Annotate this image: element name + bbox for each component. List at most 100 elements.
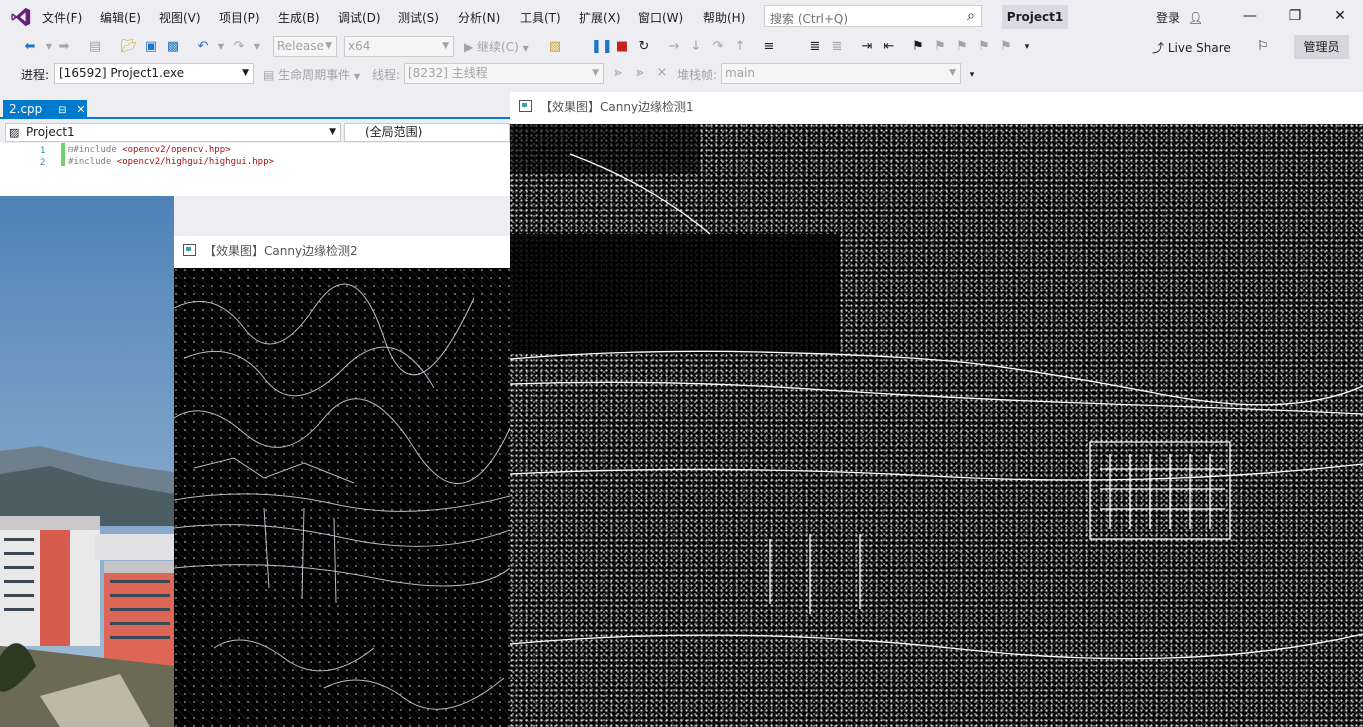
pause-icon[interactable]: ❚❚ [591, 38, 613, 56]
canny2-edge-image [174, 268, 510, 727]
stack-frame-value: main [725, 66, 755, 80]
stack-frame-label: 堆栈帧: [677, 68, 718, 82]
sign-in-label: 登录 [1156, 11, 1181, 25]
menu-view[interactable]: 视图(V) [159, 9, 201, 26]
canny1-edge-lines [510, 124, 1363, 660]
project-nav-select[interactable]: ▨ Project1 ▼ [5, 123, 341, 142]
continue-button[interactable]: ▶ 继续(C) ▼ [464, 38, 529, 55]
stack-frame-select[interactable]: main ▼ [721, 63, 961, 84]
line-number: 1 [40, 146, 46, 156]
comment-icon[interactable]: ≣ [806, 38, 824, 56]
menu-test[interactable]: 测试(S) [398, 9, 439, 26]
scope-nav-value: (全局范围) [365, 125, 423, 139]
canny1-window-titlebar[interactable]: 【效果图】Canny边缘检测1 [510, 92, 1363, 124]
tab-label: 2.cpp [9, 102, 43, 116]
chevron-down-icon: ▼ [329, 127, 336, 137]
toggle-filter-icon[interactable]: ⪢ [631, 64, 649, 82]
indent-icon[interactable]: ⇥ [858, 38, 876, 56]
configuration-value: Release [277, 39, 324, 53]
stop-icon[interactable]: ■ [613, 38, 631, 56]
step-over-icon[interactable]: ↷ [709, 38, 727, 56]
code-include-path: <opencv2/opencv.hpp> [122, 145, 231, 155]
redo-dropdown-icon[interactable]: ▼ [248, 38, 266, 56]
next-bookmark-icon[interactable]: ⚑ [953, 38, 971, 56]
undo-icon[interactable]: ↶ [194, 38, 212, 56]
save-all-icon[interactable]: ▩ [164, 38, 182, 56]
process-icon[interactable]: ▧ [546, 38, 564, 56]
process-select[interactable]: [16592] Project1.exe ▼ [54, 63, 254, 84]
thread-select[interactable]: [8232] 主线程 ▼ [404, 63, 604, 84]
clear-bookmarks-icon[interactable]: ⚑ [997, 38, 1015, 56]
pin-icon[interactable]: ⊟ [58, 105, 66, 116]
lifecycle-label: 生命周期事件 [278, 68, 351, 82]
back-icon[interactable]: ⬅ [21, 38, 39, 56]
flag-threads-icon[interactable]: ⨯ [653, 64, 671, 82]
menu-extensions[interactable]: 扩展(X) [579, 9, 621, 26]
close-button[interactable]: ✕ [1325, 5, 1355, 27]
campus-photo-image [0, 196, 174, 727]
lifecycle-events-button[interactable]: ▤ 生命周期事件 ▼ [263, 66, 360, 83]
prev-bookmark-icon[interactable]: ⚑ [931, 38, 949, 56]
menu-file[interactable]: 文件(F) [42, 9, 82, 26]
source-image [0, 196, 174, 727]
visual-studio-logo-icon[interactable] [10, 6, 32, 28]
redo-icon[interactable]: ↷ [230, 38, 248, 56]
new-project-icon[interactable]: ▤ [86, 38, 104, 56]
share-icon: ⤴ [1152, 41, 1168, 55]
bookmark-icon[interactable]: ⚑ [909, 38, 927, 56]
administrator-badge: 管理员 [1294, 35, 1349, 59]
menu-edit[interactable]: 编辑(E) [100, 9, 141, 26]
process-label: 进程: [21, 68, 50, 82]
code-line: ⊟#include <opencv2/opencv.hpp> [68, 145, 231, 155]
platform-select[interactable]: x64 ▼ [344, 36, 454, 57]
show-next-statement-icon[interactable]: → [665, 38, 683, 56]
close-tab-icon[interactable]: ✕ [76, 103, 85, 116]
search-placeholder: 搜索 (Ctrl+Q) [770, 12, 849, 26]
tab-2-cpp[interactable]: 2.cpp ⊟ ✕ [3, 100, 87, 119]
uncomment-icon[interactable]: ≣ [828, 38, 846, 56]
code-keyword: ⊟#include [68, 145, 123, 155]
undo-dropdown-icon[interactable]: ▼ [212, 38, 230, 56]
forward-icon[interactable]: ➡ [55, 38, 73, 56]
scope-nav-select[interactable]: (全局范围) [344, 123, 510, 142]
minimize-button[interactable]: — [1235, 5, 1265, 27]
live-share-button[interactable]: ⤴ Live Share [1152, 39, 1231, 56]
feedback-icon[interactable]: ⚐ [1254, 38, 1272, 56]
toolbar-options-icon[interactable]: ▾ [963, 66, 981, 84]
menu-help[interactable]: 帮助(H) [703, 9, 745, 26]
canny2-window-titlebar[interactable]: 【效果图】Canny边缘检测2 [174, 236, 510, 268]
restore-button[interactable]: ❐ [1280, 5, 1310, 27]
sign-in-link[interactable]: 登录 👤︎ [1156, 9, 1203, 26]
lifecycle-icon: ▤ [263, 68, 279, 82]
hex-display-icon[interactable]: ≡ [760, 38, 778, 56]
code-editor[interactable]: 1 ⊟#include <opencv2/opencv.hpp> 2 #incl… [0, 143, 510, 167]
open-folder-icon[interactable]: 📂︎ [120, 38, 138, 56]
menu-analyze[interactable]: 分析(N) [458, 9, 500, 26]
save-icon[interactable]: ▣ [142, 38, 160, 56]
step-into-icon[interactable]: ↓ [687, 38, 705, 56]
outdent-icon[interactable]: ⇤ [880, 38, 898, 56]
next-bookmark-folder-icon[interactable]: ⚑ [975, 38, 993, 56]
chevron-down-icon: ▼ [442, 41, 449, 51]
search-input[interactable]: 搜索 (Ctrl+Q) ⌕ [764, 5, 982, 27]
play-icon: ▶ [464, 40, 478, 54]
menu-build[interactable]: 生成(B) [278, 9, 320, 26]
restart-icon[interactable]: ↻ [635, 38, 653, 56]
search-icon: ⌕ [967, 8, 975, 24]
platform-value: x64 [348, 39, 371, 53]
live-share-label: Live Share [1167, 41, 1231, 55]
menu-project[interactable]: 项目(P) [219, 9, 260, 26]
user-icon: 👤︎ [1187, 11, 1204, 25]
step-out-icon[interactable]: ↑ [731, 38, 749, 56]
chevron-down-icon: ▼ [242, 68, 249, 78]
change-indicator [61, 143, 65, 167]
menu-window[interactable]: 窗口(W) [638, 9, 683, 26]
project-nav-value: Project1 [26, 125, 75, 139]
menu-debug[interactable]: 调试(D) [338, 9, 381, 26]
configuration-select[interactable]: Release ▼ [273, 36, 337, 57]
source-image-window-titlebar[interactable] [0, 166, 510, 196]
chevron-down-icon: ▼ [949, 68, 956, 78]
menu-tools[interactable]: 工具(T) [520, 9, 561, 26]
filter-icon[interactable]: ⪢ [609, 64, 627, 82]
toolbar-options-icon[interactable]: ▾ [1018, 38, 1036, 56]
